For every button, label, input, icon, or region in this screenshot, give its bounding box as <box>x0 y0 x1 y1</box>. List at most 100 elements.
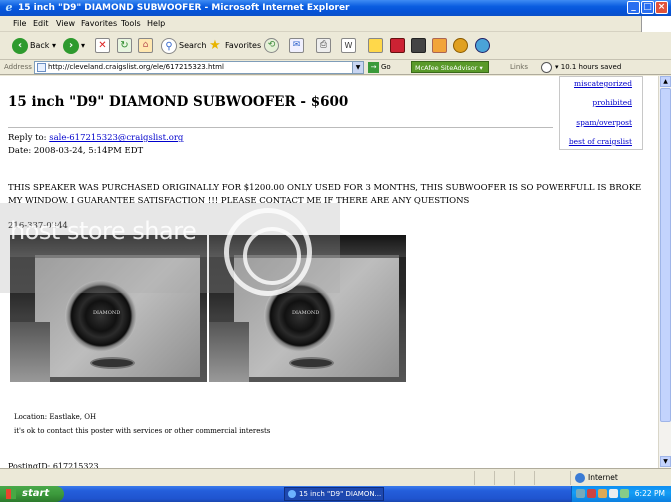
speaker-brand-label: DIAMOND <box>292 310 320 316</box>
folder-icon[interactable] <box>368 38 383 53</box>
divider <box>8 127 553 128</box>
back-button[interactable]: ‹ Back ▾ <box>12 36 56 56</box>
status-pane <box>534 471 552 485</box>
stop-icon[interactable]: ✕ <box>95 38 110 53</box>
flag-prohibited-link[interactable]: prohibited <box>592 98 632 107</box>
maximize-button[interactable]: □ <box>641 1 654 14</box>
toolbar-extension-icon[interactable] <box>432 38 447 53</box>
ie-logo-icon: e <box>5 1 13 14</box>
title-bar[interactable]: e 15 inch "D9" DIAMOND SUBWOOFER - Micro… <box>0 0 671 16</box>
search-button[interactable]: ⚲ Search <box>161 36 206 56</box>
best-of-craigslist-link[interactable]: best of craigslist <box>569 137 632 146</box>
refresh-icon[interactable]: ↻ <box>117 38 132 53</box>
search-icon: ⚲ <box>161 37 177 54</box>
minimize-button[interactable]: _ <box>627 1 640 14</box>
search-label: Search <box>179 41 207 50</box>
subwoofer-port <box>90 357 135 369</box>
tray-volume-icon[interactable] <box>609 489 618 498</box>
flag-miscategorized-link[interactable]: miscategorized <box>574 79 632 88</box>
mail-icon[interactable]: ✉ <box>289 38 304 53</box>
task-label: 15 inch "D9" DIAMON... <box>299 490 382 498</box>
flag-sidebar: miscategorized prohibited spam/overpost … <box>559 76 643 150</box>
post-date: Date: 2008-03-24, 5:14PM EDT <box>8 146 144 156</box>
clock-icon <box>541 61 552 73</box>
links-label[interactable]: Links <box>510 63 528 71</box>
security-zone: Internet <box>575 472 618 484</box>
page-icon <box>37 63 46 72</box>
address-dropdown-button[interactable]: ▼ <box>352 62 363 73</box>
start-label: start <box>22 488 50 499</box>
start-button[interactable]: start <box>0 486 64 502</box>
status-pane <box>474 471 492 485</box>
windows-logo-icon <box>641 16 671 32</box>
hours-saved-label: 10.1 hours saved <box>560 63 622 71</box>
tray-messenger-icon[interactable] <box>620 489 629 498</box>
print-icon[interactable]: ⎙ <box>316 38 331 53</box>
home-icon[interactable]: ⌂ <box>138 38 153 53</box>
scroll-thumb[interactable] <box>660 88 671 422</box>
windows-flag-icon <box>6 489 16 499</box>
speaker-brand-label: DIAMOND <box>93 310 121 316</box>
zone-label: Internet <box>588 473 618 482</box>
go-label: Go <box>381 63 391 71</box>
menu-bar: File Edit View Favorites Tools Help <box>0 16 671 32</box>
media-icon[interactable] <box>411 38 426 53</box>
scroll-up-button[interactable]: ▲ <box>660 76 671 87</box>
reply-email-link[interactable]: sale-617215323@craigslist.org <box>49 133 183 143</box>
globe-icon <box>575 473 585 483</box>
status-pane <box>494 471 512 485</box>
taskbar-window-button[interactable]: 15 inch "D9" DIAMON... <box>284 487 384 501</box>
browser-window: e 15 inch "D9" DIAMOND SUBWOOFER - Micro… <box>0 0 671 486</box>
page-content: miscategorized prohibited spam/overpost … <box>0 76 658 468</box>
subwoofer-port <box>289 357 334 369</box>
reply-label: Reply to: <box>8 133 47 143</box>
address-input[interactable]: http://cleveland.craigslist.org/ele/6172… <box>34 61 364 74</box>
hours-saved-indicator[interactable]: ▾ 10.1 hours saved <box>541 60 621 74</box>
star-icon: ★ <box>209 37 221 53</box>
forward-arrow-icon: › <box>63 37 79 54</box>
back-arrow-icon: ‹ <box>12 37 28 54</box>
menu-help[interactable]: Help <box>147 19 165 28</box>
post-location: Location: Eastlake, OH <box>14 413 97 421</box>
status-pane <box>514 471 532 485</box>
menu-tools[interactable]: Tools <box>121 19 141 28</box>
ie-icon <box>288 490 296 498</box>
menu-view[interactable]: View <box>56 19 75 28</box>
messenger-icon[interactable] <box>390 38 405 53</box>
post-title: 15 inch "D9" DIAMOND SUBWOOFER - $600 <box>8 94 349 110</box>
history-icon[interactable]: ⟲ <box>264 38 279 53</box>
go-button[interactable]: → Go <box>368 61 391 74</box>
menu-favorites[interactable]: Favorites <box>81 19 117 28</box>
edit-icon[interactable]: W <box>341 38 356 53</box>
gear-icon[interactable] <box>453 38 468 53</box>
close-button[interactable]: × <box>655 1 668 14</box>
scroll-down-button[interactable]: ▼ <box>660 456 671 467</box>
window-title: 15 inch "D9" DIAMOND SUBWOOFER - Microso… <box>18 3 350 13</box>
menu-file[interactable]: File <box>13 19 26 28</box>
toolbar: ‹ Back ▾ › ▾ ✕ ↻ ⌂ ⚲ Search ★ Favorites ⟲ ✉ … <box>0 32 671 60</box>
post-contact-note: it's ok to contact this poster with serv… <box>14 427 271 435</box>
address-label: Address <box>4 63 32 71</box>
forward-button[interactable]: › ▾ <box>63 36 85 56</box>
address-url: http://cleveland.craigslist.org/ele/6172… <box>48 63 224 71</box>
address-bar: Address http://cleveland.craigslist.org/… <box>0 60 671 75</box>
go-arrow-icon: → <box>368 62 379 73</box>
tray-antivirus-icon[interactable] <box>587 489 596 498</box>
system-tray: 6:22 PM <box>571 486 671 502</box>
reply-line: Reply to: sale-617215323@craigslist.org <box>8 133 183 143</box>
vertical-scrollbar[interactable]: ▲ ▼ <box>658 76 671 468</box>
menu-edit[interactable]: Edit <box>33 19 49 28</box>
photo-floor <box>10 322 50 382</box>
back-label: Back <box>30 41 50 50</box>
taskbar: start 15 inch "D9" DIAMON... 6:22 PM <box>0 486 671 502</box>
favorites-button[interactable]: ★ Favorites <box>207 36 261 56</box>
status-bar: Internet <box>0 468 671 486</box>
tray-app-icon[interactable] <box>598 489 607 498</box>
flag-spam-link[interactable]: spam/overpost <box>576 118 632 127</box>
tray-network-icon[interactable] <box>576 489 585 498</box>
research-icon[interactable] <box>475 38 490 53</box>
favorites-label: Favorites <box>225 41 262 50</box>
watermark-logo-icon <box>224 208 312 296</box>
mcafee-siteadvisor-button[interactable]: McAfee SiteAdvisor ▾ <box>411 61 489 73</box>
photo-floor <box>209 322 249 382</box>
